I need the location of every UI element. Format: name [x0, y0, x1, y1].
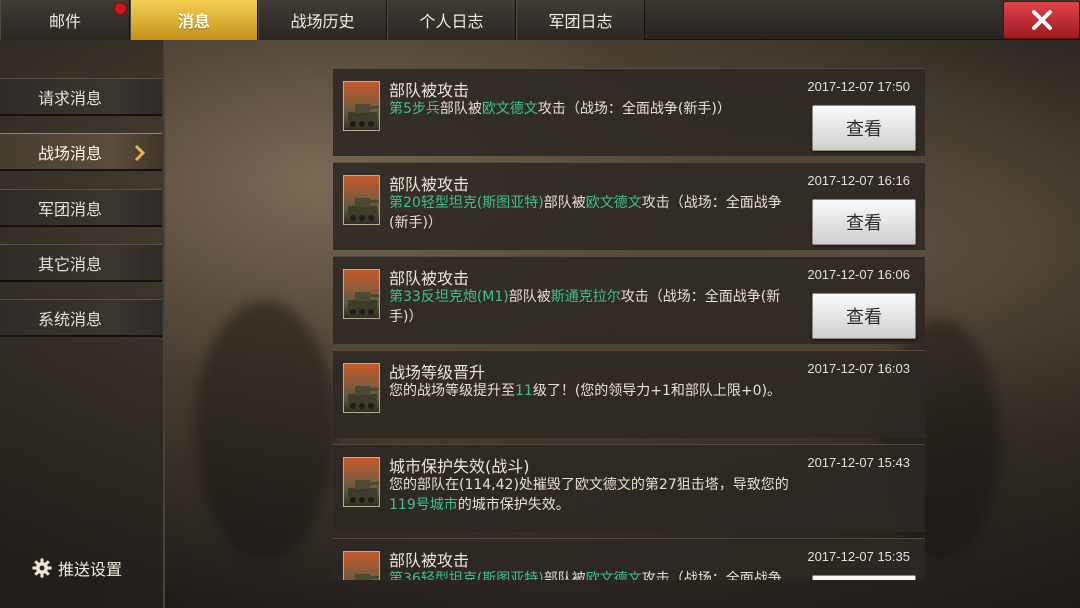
- tab-label: 邮件: [48, 12, 81, 31]
- message-title: 部队被攻击: [389, 81, 470, 100]
- highlighted-name: 欧文德文: [585, 195, 642, 211]
- close-button[interactable]: [1003, 1, 1080, 39]
- message-text: 部队被: [543, 195, 586, 211]
- tank-avatar-icon: [343, 363, 380, 413]
- sidebar-item-label: 军团消息: [38, 199, 103, 219]
- highlighted-name: 欧文德文: [481, 101, 538, 117]
- highlighted-name: 第36轻型坦克(斯图亚特): [389, 571, 544, 580]
- message-body: 第36轻型坦克(斯图亚特)部队被欧文德文攻击（战场：全面战争(新手)）: [389, 569, 789, 580]
- push-settings-label: 推送设置: [58, 560, 123, 579]
- sidebar: 请求消息 战场消息 军团消息 其它消息 系统消息: [0, 40, 165, 608]
- tab-legion-log[interactable]: 军团日志: [516, 0, 645, 40]
- message-timestamp: 2017-12-07 15:35: [807, 549, 910, 564]
- message-title: 部队被攻击: [389, 269, 470, 288]
- message-timestamp: 2017-12-07 16:06: [807, 267, 910, 282]
- view-button[interactable]: 查看: [812, 575, 916, 580]
- sidebar-item-other-messages[interactable]: 其它消息: [0, 244, 162, 282]
- view-button[interactable]: 查看: [812, 105, 916, 151]
- sidebar-item-label: 请求消息: [38, 88, 103, 108]
- chevron-right-icon: [134, 144, 146, 162]
- view-button[interactable]: 查看: [812, 293, 916, 339]
- message-text: 部队被: [508, 289, 551, 305]
- sidebar-item-request-messages[interactable]: 请求消息: [0, 78, 162, 116]
- message-timestamp: 2017-12-07 16:16: [807, 173, 910, 188]
- highlighted-name: 第5步兵: [389, 101, 440, 117]
- message-text: 您的部队在(114,42)处摧毁了欧文德文的第27狙击塔，导致您的: [389, 477, 789, 493]
- top-tab-bar: 邮件 消息 战场历史 个人日志 军团日志: [0, 0, 1080, 40]
- tank-avatar-icon: [343, 269, 380, 319]
- message-timestamp: 2017-12-07 16:03: [807, 361, 910, 376]
- tank-avatar-icon: [343, 81, 380, 131]
- message-title: 城市保护失效(战斗): [389, 457, 530, 476]
- message-item: 部队被攻击 2017-12-07 15:35 第36轻型坦克(斯图亚特)部队被欧…: [333, 538, 925, 580]
- sidebar-item-label: 系统消息: [38, 309, 103, 329]
- tab-label: 军团日志: [548, 12, 613, 31]
- gear-icon: [32, 558, 52, 578]
- tab-battle-history[interactable]: 战场历史: [258, 0, 387, 40]
- tab-mail[interactable]: 邮件: [0, 0, 130, 40]
- message-text: 部队被: [543, 571, 586, 580]
- message-item: 部队被攻击 2017-12-07 16:06 第33反坦克炮(M1)部队被斯通克…: [333, 256, 925, 344]
- message-timestamp: 2017-12-07 15:43: [807, 455, 910, 470]
- push-settings-button[interactable]: 推送设置: [32, 555, 122, 581]
- message-text: 的城市保护失效。: [457, 497, 570, 513]
- sidebar-item-label: 其它消息: [38, 254, 103, 274]
- background-soldier-silhouette: [195, 300, 335, 560]
- highlighted-name: 第33反坦克炮(M1): [389, 289, 509, 305]
- message-body: 您的战场等级提升至11级了！(您的领导力+1和部队上限+0)。: [389, 381, 789, 401]
- message-timestamp: 2017-12-07 17:50: [807, 79, 910, 94]
- message-item: 部队被攻击 2017-12-07 16:16 第20轻型坦克(斯图亚特)部队被欧…: [333, 162, 925, 250]
- message-title: 部队被攻击: [389, 175, 470, 194]
- highlighted-name: 斯通克拉尔: [550, 289, 621, 305]
- message-body: 您的部队在(114,42)处摧毁了欧文德文的第27狙击塔，导致您的 119号城市的…: [389, 475, 789, 515]
- message-body: 第33反坦克炮(M1)部队被斯通克拉尔攻击（战场：全面战争(新手)）: [389, 287, 789, 327]
- tank-avatar-icon: [343, 551, 380, 580]
- message-item: 城市保护失效(战斗) 2017-12-07 15:43 您的部队在(114,42…: [333, 444, 925, 532]
- message-title: 战场等级晋升: [389, 363, 486, 382]
- highlighted-name: 第20轻型坦克(斯图亚特): [389, 195, 544, 211]
- message-item: 战场等级晋升 2017-12-07 16:03 您的战场等级提升至11级了！(您…: [333, 350, 925, 438]
- tab-messages[interactable]: 消息: [130, 0, 258, 40]
- sidebar-item-legion-messages[interactable]: 军团消息: [0, 189, 162, 227]
- message-text: 您的战场等级提升至: [389, 383, 515, 399]
- message-item: 部队被攻击 2017-12-07 17:50 第5步兵部队被欧文德文攻击（战场：…: [333, 68, 925, 156]
- notification-dot: [114, 2, 127, 15]
- tank-avatar-icon: [343, 457, 380, 507]
- message-list[interactable]: 部队被攻击 2017-12-07 17:50 第5步兵部队被欧文德文攻击（战场：…: [333, 68, 925, 580]
- message-body: 第5步兵部队被欧文德文攻击（战场：全面战争(新手)）: [389, 99, 789, 119]
- tab-personal-log[interactable]: 个人日志: [387, 0, 516, 40]
- message-text: 部队被: [439, 101, 482, 117]
- tab-label: 个人日志: [419, 12, 484, 31]
- sidebar-item-label: 战场消息: [38, 143, 103, 163]
- highlighted-name: 119号城市: [389, 497, 458, 513]
- sidebar-item-system-messages[interactable]: 系统消息: [0, 299, 162, 337]
- highlighted-name: 11: [515, 383, 533, 399]
- message-text: 级了！(您的领导力+1和部队上限+0)。: [532, 383, 782, 399]
- tab-label: 战场历史: [290, 12, 355, 31]
- message-body: 第20轻型坦克(斯图亚特)部队被欧文德文攻击（战场：全面战争(新手)）: [389, 193, 789, 233]
- sidebar-item-battlefield-messages[interactable]: 战场消息: [0, 133, 162, 171]
- close-x-icon: [1031, 10, 1052, 30]
- highlighted-name: 欧文德文: [585, 571, 642, 580]
- message-text: 攻击（战场：全面战争(新手)）: [537, 101, 731, 117]
- message-title: 部队被攻击: [389, 551, 470, 570]
- tab-label: 消息: [177, 12, 210, 31]
- view-button[interactable]: 查看: [812, 199, 916, 245]
- tank-avatar-icon: [343, 175, 380, 225]
